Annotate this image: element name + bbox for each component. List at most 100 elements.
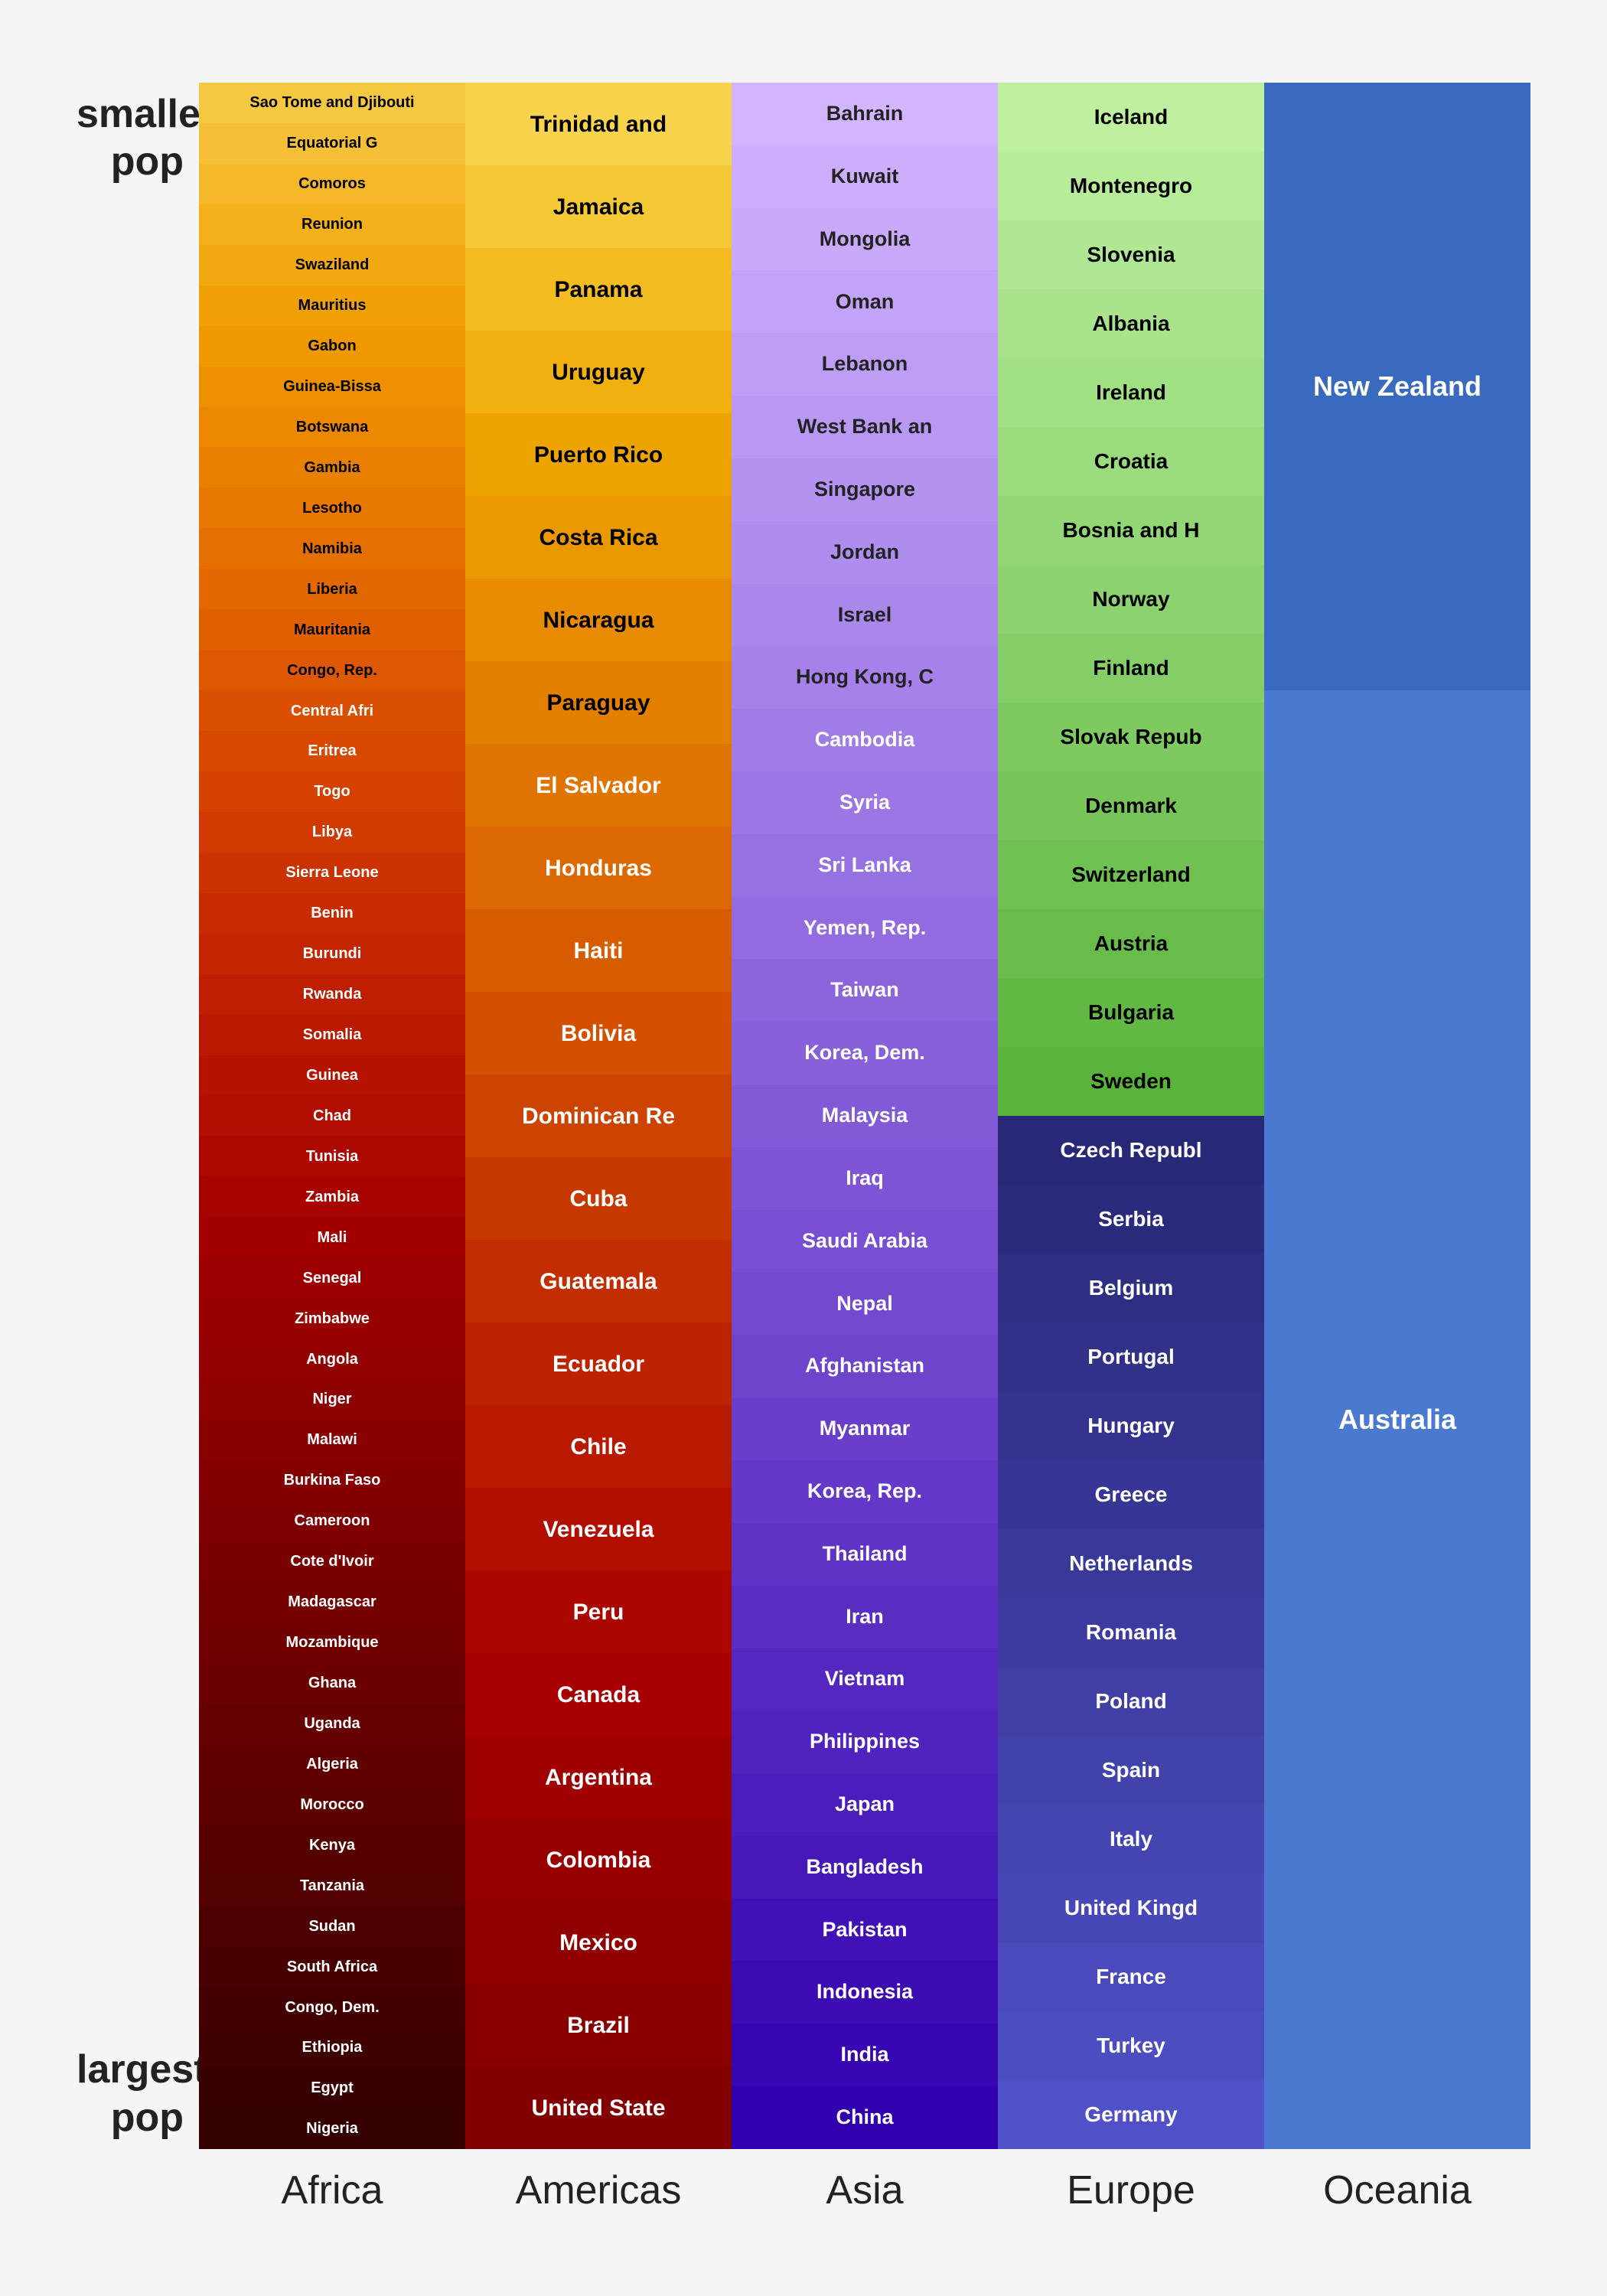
- list-item: South Africa: [199, 1946, 465, 1987]
- list-item: Angola: [199, 1339, 465, 1379]
- list-item: Ecuador: [465, 1322, 732, 1405]
- list-item: Peru: [465, 1570, 732, 1653]
- list-item: Madagascar: [199, 1582, 465, 1623]
- list-item: Congo, Dem.: [199, 1987, 465, 2027]
- list-item: Trinidad and: [465, 83, 732, 165]
- list-item: Germany: [998, 2080, 1264, 2149]
- list-item: Libya: [199, 812, 465, 853]
- column-asia: BahrainKuwaitMongoliaOmanLebanonWest Ban…: [732, 83, 998, 2149]
- list-item: Argentina: [465, 1736, 732, 1818]
- list-item: West Bank an: [732, 396, 998, 458]
- list-item: Spain: [998, 1736, 1264, 1805]
- list-item: Poland: [998, 1667, 1264, 1736]
- list-item: Cote d'Ivoir: [199, 1541, 465, 1582]
- list-item: Greece: [998, 1460, 1264, 1529]
- list-item: Philippines: [732, 1711, 998, 1773]
- list-item: Switzerland: [998, 840, 1264, 909]
- list-item: Serbia: [998, 1185, 1264, 1254]
- list-item: Hong Kong, C: [732, 646, 998, 709]
- list-item: Ethiopia: [199, 2027, 465, 2068]
- largest-pop-label: largestpop: [77, 2046, 184, 2141]
- list-item: Bolivia: [465, 992, 732, 1075]
- list-item: Finland: [998, 634, 1264, 703]
- list-item: Swaziland: [199, 245, 465, 285]
- col-label-oceania: Oceania: [1264, 2149, 1530, 2213]
- list-item: Nicaragua: [465, 579, 732, 661]
- col-labels-row: Africa Americas Asia Europe Oceania: [199, 2149, 1530, 2213]
- list-item: Mexico: [465, 1901, 732, 1984]
- list-item: Montenegro: [998, 152, 1264, 220]
- list-item: Albania: [998, 289, 1264, 358]
- list-item: Vietnam: [732, 1648, 998, 1711]
- list-item: Jamaica: [465, 165, 732, 248]
- list-item: Netherlands: [998, 1529, 1264, 1598]
- list-item: Czech Republ: [998, 1116, 1264, 1185]
- list-item: Korea, Rep.: [732, 1460, 998, 1523]
- list-item: Pakistan: [732, 1899, 998, 1962]
- list-item: Turkey: [998, 2011, 1264, 2080]
- list-item: Brazil: [465, 1984, 732, 2066]
- list-item: Egypt: [199, 2068, 465, 2108]
- list-item: Somalia: [199, 1015, 465, 1055]
- list-item: Iceland: [998, 83, 1264, 152]
- list-item: Chile: [465, 1405, 732, 1488]
- column-europe: IcelandMontenegroSloveniaAlbaniaIrelandC…: [998, 83, 1264, 2149]
- list-item: Belgium: [998, 1254, 1264, 1322]
- list-item: El Salvador: [465, 744, 732, 827]
- columns-wrapper: Sao Tome and DjiboutiEquatorial GComoros…: [199, 83, 1530, 2149]
- list-item: Canada: [465, 1653, 732, 1736]
- list-item: Mozambique: [199, 1623, 465, 1663]
- list-item: Malawi: [199, 1420, 465, 1460]
- list-item: New Zealand: [1264, 83, 1530, 690]
- column-americas: Trinidad andJamaicaPanamaUruguayPuerto R…: [465, 83, 732, 2149]
- list-item: Ireland: [998, 358, 1264, 427]
- list-item: Colombia: [465, 1818, 732, 1901]
- list-item: Croatia: [998, 427, 1264, 496]
- list-item: Lesotho: [199, 488, 465, 528]
- list-item: Morocco: [199, 1784, 465, 1825]
- list-item: Rwanda: [199, 974, 465, 1015]
- list-item: Indonesia: [732, 1961, 998, 2024]
- list-item: Botswana: [199, 407, 465, 448]
- list-item: Central Afri: [199, 690, 465, 731]
- list-item: Bangladesh: [732, 1836, 998, 1899]
- list-item: Venezuela: [465, 1488, 732, 1570]
- list-item: Korea, Dem.: [732, 1022, 998, 1084]
- list-item: Senegal: [199, 1257, 465, 1298]
- list-item: Syria: [732, 771, 998, 834]
- list-item: Slovenia: [998, 220, 1264, 289]
- list-item: Mongolia: [732, 208, 998, 271]
- list-item: Nigeria: [199, 2108, 465, 2149]
- list-item: Sao Tome and Djibouti: [199, 83, 465, 123]
- list-item: Austria: [998, 909, 1264, 978]
- list-item: India: [732, 2024, 998, 2086]
- column-africa: Sao Tome and DjiboutiEquatorial GComoros…: [199, 83, 465, 2149]
- list-item: Equatorial G: [199, 123, 465, 164]
- list-item: Zambia: [199, 1176, 465, 1217]
- list-item: Bulgaria: [998, 978, 1264, 1047]
- list-item: Iraq: [732, 1147, 998, 1210]
- list-item: Mali: [199, 1217, 465, 1257]
- list-item: United Kingd: [998, 1874, 1264, 1942]
- list-item: Portugal: [998, 1322, 1264, 1391]
- side-labels: smallestpop largestpop: [77, 83, 199, 2149]
- list-item: Guatemala: [465, 1240, 732, 1322]
- list-item: Sweden: [998, 1047, 1264, 1116]
- list-item: Mauritius: [199, 285, 465, 326]
- smallest-pop-label: smallestpop: [77, 90, 184, 186]
- list-item: Sierra Leone: [199, 853, 465, 893]
- list-item: Haiti: [465, 909, 732, 992]
- list-item: Oman: [732, 270, 998, 333]
- list-item: Sudan: [199, 1906, 465, 1946]
- list-item: Sri Lanka: [732, 834, 998, 897]
- list-item: France: [998, 1942, 1264, 2011]
- list-item: Kenya: [199, 1825, 465, 1865]
- list-item: Romania: [998, 1598, 1264, 1667]
- list-item: Reunion: [199, 204, 465, 245]
- column-oceania: New ZealandAustralia: [1264, 83, 1530, 2149]
- list-item: Myanmar: [732, 1397, 998, 1460]
- list-item: Cameroon: [199, 1501, 465, 1541]
- list-item: Thailand: [732, 1523, 998, 1586]
- list-item: Norway: [998, 565, 1264, 634]
- list-item: Benin: [199, 893, 465, 934]
